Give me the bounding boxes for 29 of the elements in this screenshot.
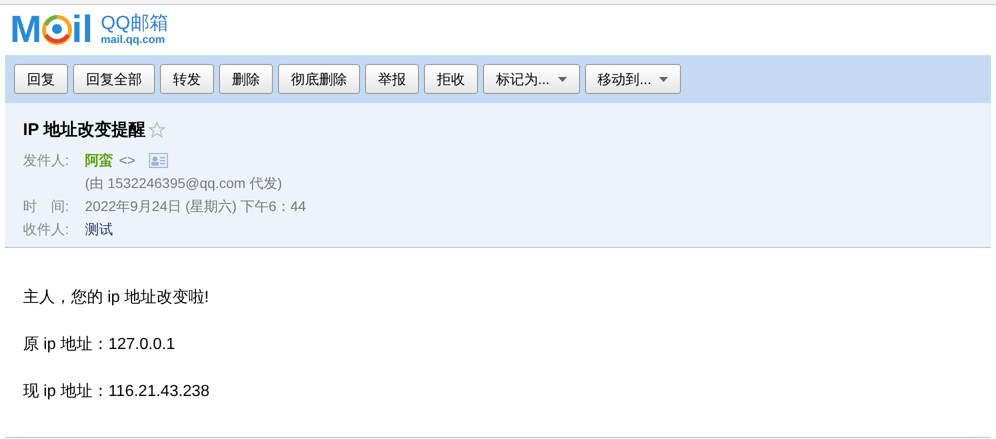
logo-text: M (10, 11, 42, 49)
toolbar-button[interactable]: 转发 (160, 64, 214, 94)
logo-text: il (72, 11, 93, 49)
caret-icon (659, 76, 668, 82)
toolbar-button[interactable]: 彻底删除 (278, 64, 360, 94)
body-paragraph: 原 ip 地址：127.0.0.1 (23, 334, 176, 354)
logo-icon (42, 15, 72, 45)
brand-name: QQ邮箱 (100, 14, 168, 33)
toolbar-button[interactable]: 回复 (14, 64, 68, 94)
toolbar-button[interactable]: 删除 (219, 64, 273, 94)
menu-button[interactable]: 标记为... (483, 64, 580, 94)
brand-domain: mail.qq.com (100, 35, 166, 46)
body-paragraph: 现 ip 地址：116.21.43.238 (23, 382, 210, 402)
toolbar-button[interactable]: 拒收 (424, 64, 478, 94)
recipient-name[interactable]: 测试 (85, 218, 113, 240)
star-icon[interactable] (148, 120, 166, 139)
toolbar-button[interactable]: 回复全部 (73, 64, 155, 94)
sent-time: 2022年9月24日 (星期六) 下午6：44 (85, 196, 306, 216)
field-label: 时 间: (23, 196, 70, 216)
contact-card-icon[interactable] (149, 152, 168, 168)
body-paragraph: 主人，您的 ip 地址改变啦! (23, 288, 210, 308)
sender-address: <> (119, 150, 136, 170)
caret-icon (558, 76, 567, 82)
field-label: 发件人: (23, 150, 70, 170)
mail-subject: IP 地址改变提醒 (23, 119, 146, 141)
menu-button[interactable]: 移动到... (584, 64, 682, 94)
toolbar-button[interactable]: 举报 (365, 64, 419, 94)
sender-via: (由 1532246395@qq.com 代发) (85, 174, 282, 193)
field-label: 收件人: (23, 220, 70, 238)
